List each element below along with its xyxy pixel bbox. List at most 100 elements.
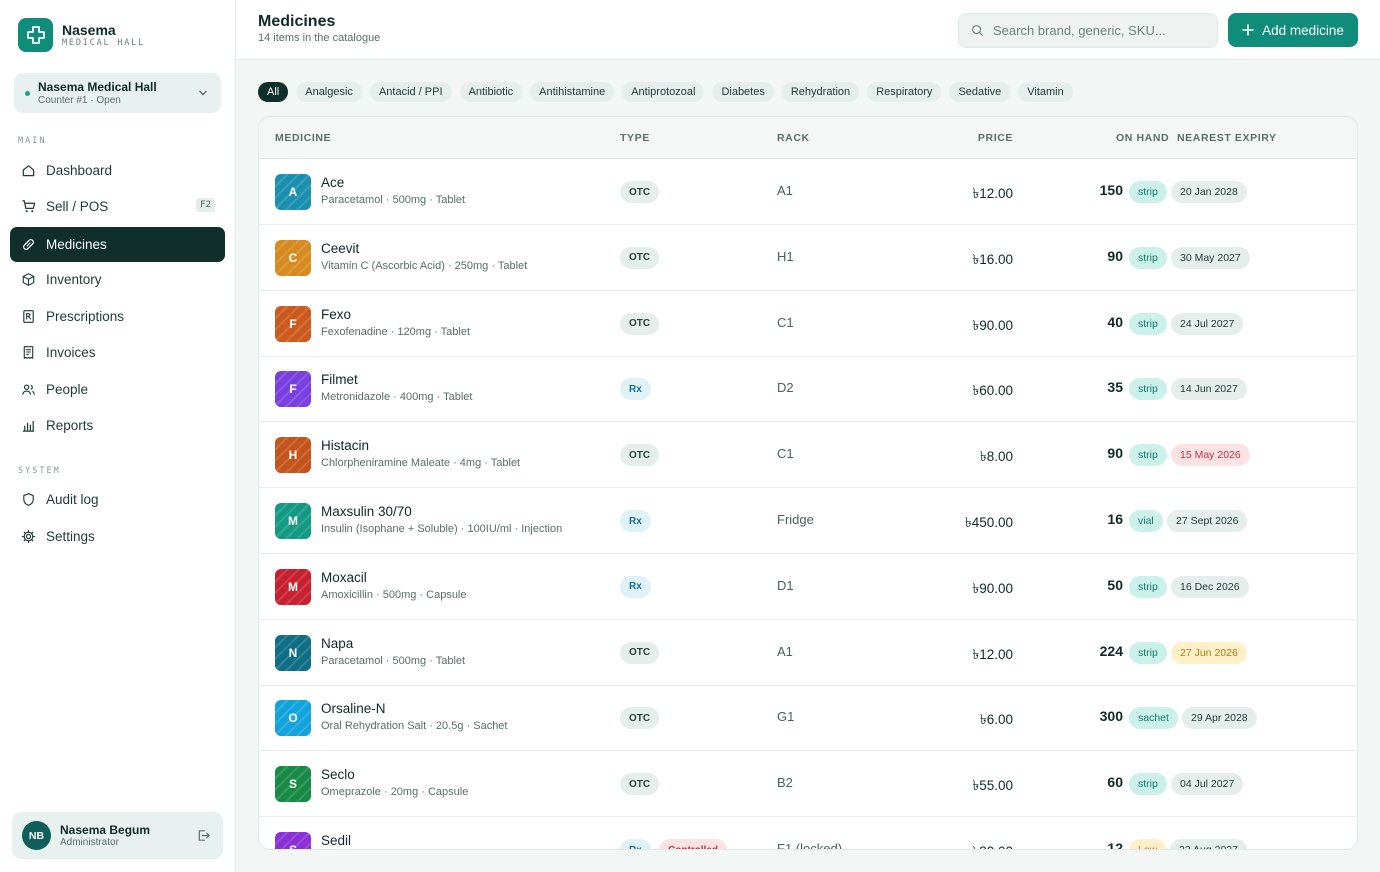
nav-label: People — [46, 382, 89, 397]
rack-location: F1 (locked) — [777, 841, 843, 850]
nav-item-prescriptions[interactable]: Prescriptions — [10, 299, 225, 334]
filter-chip-vitamin[interactable]: Vitamin — [1018, 82, 1073, 102]
column-header-on-hand[interactable]: ON HAND — [1116, 132, 1169, 144]
table-row[interactable]: C Ceevit Vitamin C (Ascorbic Acid) · 250mg… — [259, 225, 1357, 291]
filter-chip-antibiotic[interactable]: Antibiotic — [459, 82, 523, 102]
type-badge: OTC — [620, 444, 660, 467]
add-medicine-label: Add medicine — [1262, 22, 1344, 38]
nav-section-main: MAIN — [18, 136, 47, 146]
chevron-down-icon — [196, 86, 210, 105]
medicine-initial-icon: F — [275, 371, 311, 408]
nav-label: Medicines — [46, 237, 107, 252]
add-medicine-button[interactable]: Add medicine — [1228, 13, 1358, 47]
nav-item-dashboard[interactable]: Dashboard — [10, 153, 225, 188]
nav-item-inventory[interactable]: Inventory — [10, 262, 225, 297]
nav-label: Settings — [46, 529, 95, 544]
filter-chip-rehydration[interactable]: Rehydration — [781, 82, 860, 102]
column-header-medicine[interactable]: MEDICINE — [275, 132, 331, 144]
table-row[interactable]: M Maxsulin 30/70 Insulin (Isophane + Solub… — [259, 488, 1357, 554]
medicine-description: Paracetamol · 500mg · Tablet — [321, 654, 466, 667]
rack-location: Fridge — [777, 512, 814, 527]
expiry-badge: 27 Jun 2026 — [1171, 641, 1247, 664]
brand[interactable]: Nasema MEDICAL HALL — [18, 18, 145, 52]
table-row[interactable]: M Moxacil Amoxicillin · 500mg · Capsule Rx D… — [259, 554, 1357, 620]
nav-label: Sell / POS — [46, 199, 109, 214]
nav-item-reports[interactable]: Reports — [10, 408, 225, 443]
column-header-price[interactable]: PRICE — [978, 132, 1013, 144]
table-row[interactable]: H Histacin Chlorpheniramine Maleate · 4mg … — [259, 422, 1357, 489]
column-header-rack[interactable]: RACK — [777, 132, 810, 144]
table-row[interactable]: O Orsaline-N Oral Rehydration Salt · 20.5g… — [259, 685, 1357, 752]
search-input[interactable] — [993, 14, 1208, 47]
medicine-description: Fexofenadine · 120mg · Tablet — [321, 325, 470, 338]
nav-label: Inventory — [46, 272, 102, 287]
filter-chip-respiratory[interactable]: Respiratory — [867, 82, 942, 102]
medicine-name: Fexo — [321, 306, 352, 322]
on-hand-quantity: 60 — [1107, 774, 1123, 791]
unit-badge: strip — [1129, 312, 1167, 335]
filter-chip-sedative[interactable]: Sedative — [949, 82, 1011, 102]
price: ৳450.00 — [964, 515, 1013, 530]
column-header-type[interactable]: TYPE — [620, 132, 650, 144]
medicine-description: Paracetamol · 500mg · Tablet — [321, 194, 466, 206]
expiry-badge: 30 May 2027 — [1171, 246, 1250, 269]
sidebar: Nasema MEDICAL HALL Nasema Medical Hall … — [0, 0, 236, 872]
filter-chip-all[interactable]: All — [258, 82, 289, 102]
nav-item-people[interactable]: People — [10, 372, 225, 407]
nav-item-settings[interactable]: Settings — [10, 519, 225, 554]
nav-item-medicines[interactable]: Medicines — [10, 227, 225, 262]
price: ৳60.00 — [972, 383, 1013, 399]
plus-icon — [1242, 24, 1254, 36]
controlled-badge: Controlled — [659, 839, 727, 849]
table-row[interactable]: S Sedil Rx Controlled F1 (locked) ৳30.00 12 Low… — [259, 817, 1357, 850]
price: ৳12.00 — [972, 646, 1013, 662]
medicine-description: Amoxicillin · 500mg · Capsule — [321, 588, 467, 601]
nav-item-invoices[interactable]: Invoices — [10, 335, 225, 370]
rack-location: D2 — [777, 380, 794, 396]
on-hand-quantity: 224 — [1099, 642, 1123, 659]
filter-chip-antiprotozoal[interactable]: Antiprotozoal — [622, 82, 705, 102]
on-hand-quantity: 300 — [1099, 708, 1123, 725]
logout-icon[interactable] — [196, 828, 211, 848]
nav-label: Invoices — [46, 345, 96, 360]
unit-badge: strip — [1129, 246, 1167, 269]
store-counter-status: Counter #1 · Open — [38, 95, 121, 106]
unit-badge: strip — [1129, 575, 1167, 598]
price: ৳55.00 — [972, 778, 1013, 794]
price: ৳90.00 — [972, 580, 1013, 596]
table-row[interactable]: F Filmet Metronidazole · 400mg · Tablet Rx D… — [259, 356, 1357, 423]
on-hand-quantity: 16 — [1107, 511, 1123, 527]
expiry-badge: 16 Dec 2026 — [1171, 575, 1249, 598]
on-hand-quantity: 150 — [1099, 182, 1123, 198]
medicine-initial-icon: H — [275, 437, 311, 474]
nav-item-audit-log[interactable]: Audit log — [10, 482, 225, 517]
nav-section-system: SYSTEM — [18, 466, 61, 476]
nav-item-sell-pos[interactable]: Sell / POS F2 — [10, 189, 225, 224]
type-badge: OTC — [620, 707, 660, 730]
filter-chip-antacid-ppi[interactable]: Antacid / PPI — [369, 82, 452, 102]
category-filters: All Analgesic Antacid / PPI Antibiotic A… — [258, 82, 1073, 102]
on-hand-quantity: 90 — [1107, 445, 1123, 462]
expiry-badge: 20 Jan 2028 — [1171, 181, 1247, 203]
column-header-nearest-expiry[interactable]: NEAREST EXPIRY — [1177, 132, 1277, 144]
filter-chip-analgesic[interactable]: Analgesic — [296, 82, 362, 102]
rack-location: D1 — [777, 577, 794, 593]
medicine-initial-icon: A — [275, 174, 311, 210]
table-row[interactable]: N Napa Paracetamol · 500mg · Tablet OTC A1 ৳1… — [259, 620, 1357, 686]
page-title: Medicines — [258, 13, 336, 30]
gear-icon — [20, 529, 36, 545]
filter-chip-diabetes[interactable]: Diabetes — [712, 82, 774, 102]
table-row[interactable]: A Ace Paracetamol · 500mg · Tablet OTC A1 ৳12… — [259, 159, 1357, 225]
medicine-name: Histacin — [321, 438, 370, 454]
price: ৳8.00 — [980, 449, 1013, 465]
filter-chip-antihistamine[interactable]: Antihistamine — [530, 82, 615, 102]
user-card[interactable]: NB Nasema Begum Administrator — [12, 812, 223, 859]
search-box[interactable] — [958, 13, 1218, 48]
type-badge: Rx — [620, 575, 651, 598]
unit-badge: strip — [1129, 773, 1167, 796]
medicine-name: Moxacil — [321, 569, 367, 585]
store-switcher[interactable]: Nasema Medical Hall Counter #1 · Open — [14, 73, 221, 113]
table-row[interactable]: S Seclo Omeprazole · 20mg · Capsule OTC B2 ৳5… — [259, 751, 1357, 818]
table-row[interactable]: F Fexo Fexofenadine · 120mg · Tablet OTC C1 ৳… — [259, 291, 1357, 357]
expiry-badge: 04 Jul 2027 — [1171, 773, 1244, 796]
